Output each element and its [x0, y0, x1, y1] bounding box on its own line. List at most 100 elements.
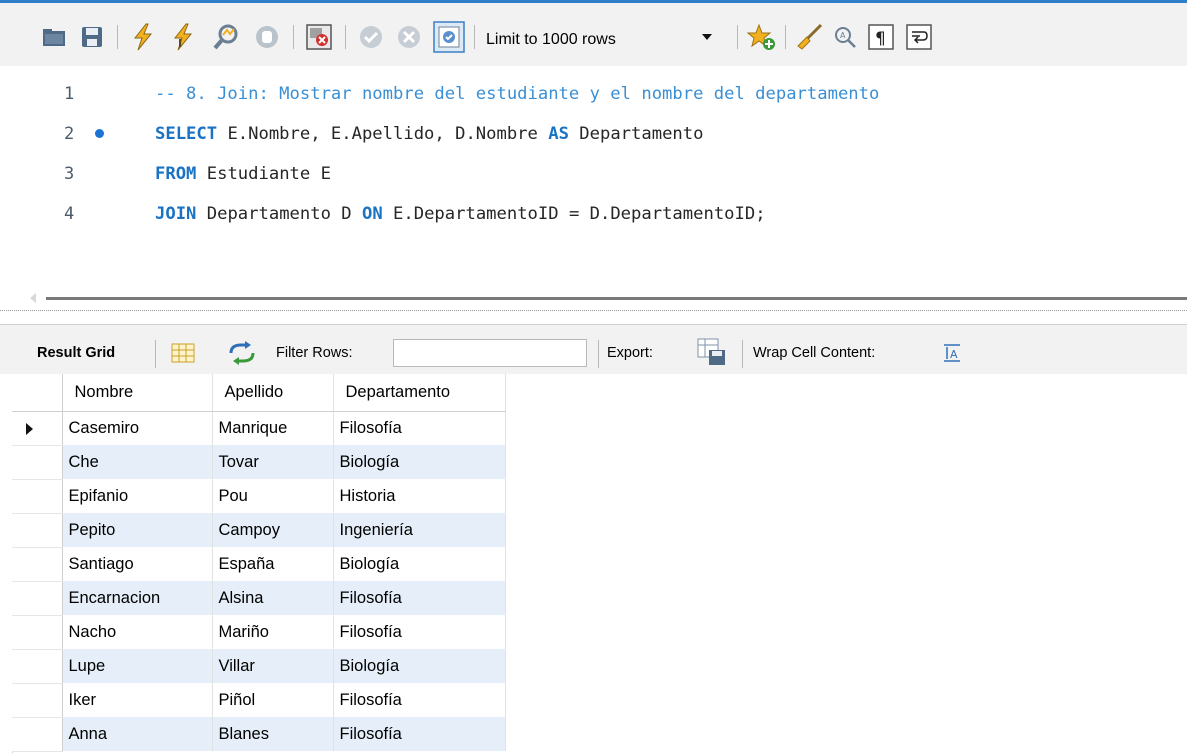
- row-selector[interactable]: [12, 445, 63, 480]
- row-selector[interactable]: [12, 479, 63, 514]
- row-selector[interactable]: [12, 717, 63, 752]
- cell-apellido[interactable]: Villar: [212, 649, 334, 683]
- cell-apellido[interactable]: Piñol: [212, 683, 334, 717]
- wrap-cell-toggle-icon[interactable]: A: [942, 343, 962, 368]
- row-selector[interactable]: [12, 615, 63, 650]
- row-selector[interactable]: [12, 513, 63, 548]
- column-header-nombre[interactable]: Nombre: [62, 374, 213, 412]
- wrap-lines-icon[interactable]: [904, 21, 934, 53]
- cell-apellido[interactable]: Campoy: [212, 513, 334, 547]
- cell-nombre[interactable]: Lupe: [62, 649, 213, 683]
- table-row[interactable]: Encarnacion Alsina Filosofía: [12, 581, 506, 616]
- cell-departamento[interactable]: Biología: [333, 649, 506, 683]
- svg-text:A: A: [840, 31, 846, 40]
- toolbar-separator: [345, 25, 346, 49]
- current-statement-marker-icon: [95, 129, 104, 138]
- cell-apellido[interactable]: Alsina: [212, 581, 334, 615]
- svg-text:A: A: [950, 348, 958, 361]
- cell-nombre[interactable]: Che: [62, 445, 213, 479]
- sql-comment: -- 8. Join: Mostrar nombre del estudiant…: [155, 84, 880, 104]
- invisible-chars-icon[interactable]: ¶: [866, 21, 896, 53]
- cell-nombre[interactable]: Iker: [62, 683, 213, 717]
- cell-departamento[interactable]: Filosofía: [333, 615, 506, 649]
- column-header-departamento[interactable]: Departamento: [333, 374, 506, 412]
- row-selector[interactable]: [12, 581, 63, 616]
- refresh-icon[interactable]: [227, 341, 257, 370]
- cell-apellido[interactable]: Tovar: [212, 445, 334, 479]
- scrollbar-thumb[interactable]: [46, 297, 1187, 300]
- sql-text: E.Nombre, E.Apellido, D.Nombre: [217, 124, 549, 144]
- cell-departamento[interactable]: Filosofía: [333, 581, 506, 615]
- row-selector[interactable]: [12, 683, 63, 718]
- table-row[interactable]: Nacho Mariño Filosofía: [12, 615, 506, 650]
- cell-departamento[interactable]: Filosofía: [333, 683, 506, 717]
- column-header-apellido[interactable]: Apellido: [212, 374, 334, 412]
- result-toolbar: Result Grid Filter Rows: Export: Wrap Ce…: [0, 324, 1187, 374]
- row-selector[interactable]: [12, 649, 63, 684]
- header-row: Nombre Apellido Departamento: [12, 374, 506, 412]
- cell-apellido[interactable]: Blanes: [212, 717, 334, 751]
- cell-apellido[interactable]: Manrique: [212, 411, 334, 445]
- svg-text:¶: ¶: [875, 29, 886, 49]
- stop-icon[interactable]: [252, 21, 282, 53]
- cell-nombre[interactable]: Nacho: [62, 615, 213, 649]
- editor-horizontal-scrollbar[interactable]: [0, 288, 1187, 310]
- cell-departamento[interactable]: Filosofía: [333, 717, 506, 751]
- row-selector[interactable]: [12, 411, 63, 446]
- execute-icon[interactable]: [128, 21, 158, 53]
- sql-editor[interactable]: 1 -- 8. Join: Mostrar nombre del estudia…: [0, 66, 1187, 288]
- cell-apellido[interactable]: España: [212, 547, 334, 581]
- cell-nombre[interactable]: Santiago: [62, 547, 213, 581]
- cell-nombre[interactable]: Encarnacion: [62, 581, 213, 615]
- explain-icon[interactable]: [210, 21, 242, 53]
- table-row[interactable]: Epifanio Pou Historia: [12, 479, 506, 514]
- result-grid-tab[interactable]: Result Grid: [37, 345, 115, 361]
- row-selector-header[interactable]: [12, 374, 63, 412]
- table-row[interactable]: Anna Blanes Filosofía: [12, 717, 506, 752]
- code-line-1: 1 -- 8. Join: Mostrar nombre del estudia…: [0, 74, 1187, 114]
- toggle-error-icon[interactable]: [303, 21, 335, 53]
- limit-rows-select[interactable]: Limit to 1000 rows: [478, 27, 722, 53]
- row-selector[interactable]: [12, 547, 63, 582]
- filter-rows-input[interactable]: [393, 339, 587, 367]
- autocommit-icon[interactable]: [432, 21, 466, 53]
- execute-current-icon[interactable]: I: [168, 21, 200, 53]
- cell-nombre[interactable]: Casemiro: [62, 411, 213, 445]
- beautify-star-icon[interactable]: [745, 21, 779, 53]
- commit-icon[interactable]: [356, 21, 386, 53]
- line-number: 2: [64, 124, 75, 144]
- cell-nombre[interactable]: Epifanio: [62, 479, 213, 513]
- sql-text: Departamento D: [196, 204, 362, 224]
- export-label: Export:: [607, 345, 653, 361]
- form-editor-icon[interactable]: [171, 343, 195, 368]
- cell-apellido[interactable]: Pou: [212, 479, 334, 513]
- cell-departamento[interactable]: Historia: [333, 479, 506, 513]
- code-text: -- 8. Join: Mostrar nombre del estudiant…: [155, 84, 879, 104]
- table-row[interactable]: Casemiro Manrique Filosofía: [12, 411, 506, 446]
- cell-apellido[interactable]: Mariño: [212, 615, 334, 649]
- find-icon[interactable]: A: [830, 21, 860, 53]
- table-row[interactable]: Pepito Campoy Ingeniería: [12, 513, 506, 548]
- cell-nombre[interactable]: Anna: [62, 717, 213, 751]
- table-row[interactable]: Lupe Villar Biología: [12, 649, 506, 684]
- sql-text: Estudiante E: [196, 164, 331, 184]
- cell-departamento[interactable]: Filosofía: [333, 411, 506, 445]
- cell-departamento[interactable]: Ingeniería: [333, 513, 506, 547]
- table-row[interactable]: Santiago España Biología: [12, 547, 506, 582]
- cell-nombre[interactable]: Pepito: [62, 513, 213, 547]
- export-icon[interactable]: [697, 338, 727, 371]
- panel-splitter[interactable]: [0, 310, 1187, 324]
- sql-keyword: AS: [548, 124, 569, 144]
- save-icon[interactable]: [78, 21, 106, 53]
- table-row[interactable]: Iker Piñol Filosofía: [12, 683, 506, 718]
- brush-icon[interactable]: [792, 21, 826, 53]
- rollback-icon[interactable]: [394, 21, 424, 53]
- scroll-left-icon[interactable]: [30, 293, 36, 303]
- cell-departamento[interactable]: Biología: [333, 445, 506, 479]
- toolbar-separator: [293, 25, 294, 49]
- table-row[interactable]: Che Tovar Biología: [12, 445, 506, 480]
- svg-text:I: I: [178, 37, 182, 50]
- open-folder-icon[interactable]: [40, 21, 68, 53]
- cell-departamento[interactable]: Biología: [333, 547, 506, 581]
- code-line-3: 3 FROM Estudiante E: [0, 154, 1187, 194]
